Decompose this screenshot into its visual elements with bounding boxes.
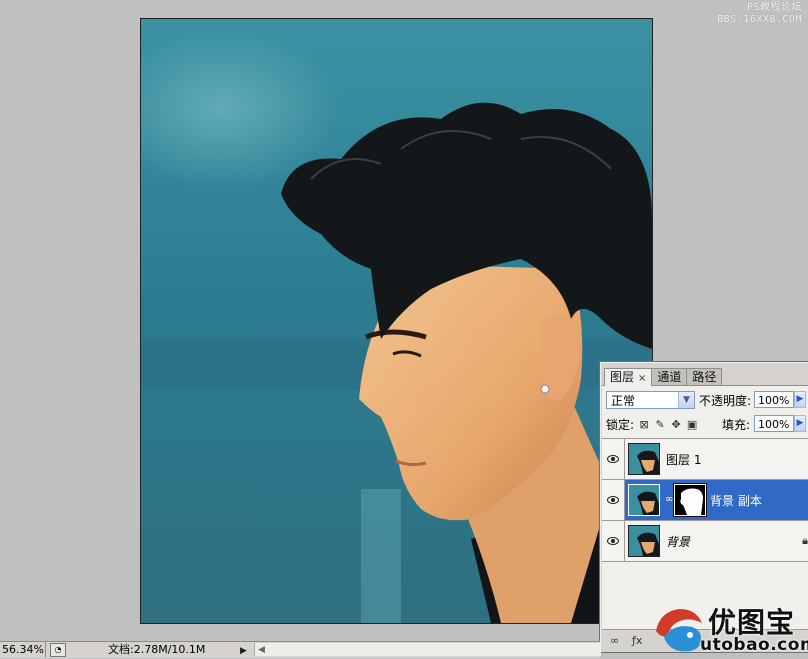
visibility-toggle[interactable] bbox=[602, 439, 625, 479]
tab-layers[interactable]: 图层 × bbox=[604, 368, 653, 386]
fill-input[interactable]: 100% bbox=[754, 415, 794, 432]
tab-paths[interactable]: 路径 bbox=[686, 368, 723, 385]
zoom-input[interactable]: 56.34% bbox=[0, 642, 46, 657]
horizontal-scrollbar[interactable]: ◀ bbox=[254, 643, 601, 656]
chevron-down-icon[interactable]: ▼ bbox=[678, 392, 694, 408]
blend-mode-value: 正常 bbox=[611, 394, 636, 408]
lock-position-icon[interactable]: ✥ bbox=[670, 418, 682, 431]
watermark-line2: BBS.16XX8.COM bbox=[717, 14, 802, 25]
logo-url: utobao.com bbox=[700, 635, 808, 655]
lock-all-icon[interactable]: ▣ bbox=[686, 418, 698, 431]
close-icon[interactable]: × bbox=[638, 373, 646, 384]
fill-value: 100% bbox=[758, 418, 790, 431]
portrait-image bbox=[141, 19, 652, 623]
layer-thumbnail bbox=[628, 443, 660, 475]
tab-channels-label: 通道 bbox=[657, 370, 682, 384]
watermark-top: PS教程论坛 BBS.16XX8.COM bbox=[717, 2, 802, 26]
layer-name: 背景 bbox=[666, 535, 691, 549]
opacity-input[interactable]: 100% bbox=[754, 391, 794, 408]
layers-list: 图层 1 ∞ 背景 副本 背景 🔒︎ bbox=[602, 438, 808, 562]
link-layers-icon[interactable]: ∞ bbox=[610, 634, 619, 647]
panel-tabs: 图层 × 通道 路径 bbox=[604, 368, 723, 386]
layer-name: 背景 副本 bbox=[710, 494, 762, 508]
blend-mode-select[interactable]: 正常 ▼ bbox=[606, 391, 695, 409]
lock-label: 锁定: bbox=[606, 418, 635, 432]
eye-icon bbox=[607, 496, 619, 504]
layer-name: 图层 1 bbox=[666, 453, 702, 467]
scroll-left-icon[interactable]: ◀ bbox=[258, 643, 265, 658]
layer-row-background[interactable]: 背景 🔒︎ bbox=[602, 521, 808, 562]
visibility-toggle[interactable] bbox=[602, 480, 625, 520]
status-bar: 56.34% ◔ 文档:2.78M/10.1M ▶ ◀ bbox=[0, 641, 601, 658]
fill-label: 填充: bbox=[722, 418, 751, 432]
site-logo: 优图宝 utobao.com bbox=[650, 597, 808, 657]
chain-link-icon[interactable]: ∞ bbox=[665, 494, 673, 505]
layer-row-layer1[interactable]: 图层 1 bbox=[602, 439, 808, 480]
eye-icon bbox=[607, 537, 619, 545]
layer-mask-thumbnail[interactable] bbox=[673, 483, 707, 517]
zoom-value: 56.34% bbox=[2, 643, 44, 656]
document-info: 文档:2.78M/10.1M bbox=[108, 643, 206, 656]
eye-icon bbox=[607, 455, 619, 463]
layer-thumbnail bbox=[628, 525, 660, 557]
tab-layers-label: 图层 bbox=[610, 370, 635, 384]
layer-thumbnail bbox=[628, 484, 660, 516]
lock-image-icon[interactable]: ✎ bbox=[654, 418, 666, 431]
lock-transparency-icon[interactable]: ⊠ bbox=[638, 418, 650, 431]
fill-arrow-icon[interactable]: ▶ bbox=[794, 415, 806, 432]
status-menu-icon[interactable]: ◔ bbox=[50, 643, 66, 657]
tab-channels[interactable]: 通道 bbox=[651, 368, 688, 385]
layers-panel-body: 正常 ▼ 不透明度: 100% ▶ 锁定: ⊠ ✎ ✥ ▣ 填充: 100% ▶ bbox=[602, 385, 808, 630]
opacity-value: 100% bbox=[758, 394, 790, 407]
tab-paths-label: 路径 bbox=[692, 370, 717, 384]
opacity-arrow-icon[interactable]: ▶ bbox=[794, 391, 806, 408]
opacity-label: 不透明度: bbox=[699, 394, 752, 408]
lock-icon: 🔒︎ bbox=[802, 534, 808, 547]
lock-row: 锁定: ⊠ ✎ ✥ ▣ bbox=[606, 416, 698, 433]
layer-style-icon[interactable]: ƒx bbox=[632, 634, 642, 647]
layer-row-background-copy[interactable]: ∞ 背景 副本 bbox=[602, 480, 808, 521]
visibility-toggle[interactable] bbox=[602, 521, 625, 561]
canvas-document[interactable] bbox=[140, 18, 653, 624]
watermark-line1: PS教程论坛 bbox=[746, 2, 802, 13]
